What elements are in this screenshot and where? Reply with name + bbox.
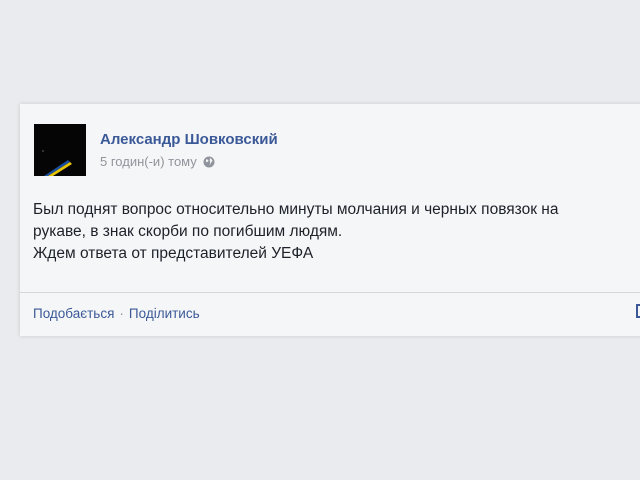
share-link[interactable]: Поділитись (129, 306, 200, 321)
avatar-image (34, 124, 86, 176)
author-avatar[interactable] (34, 124, 86, 176)
author-name[interactable]: Александр Шовковский (100, 131, 278, 148)
post-card: Александр Шовковский 5 годин(-и) тому Бы… (20, 104, 640, 336)
post-actions: Подобається · Поділитись (33, 306, 200, 321)
post-message-line: рукаве, в знак скорби по погибшим людям. (33, 223, 343, 240)
comment-box-icon[interactable] (636, 304, 640, 318)
post-message: Был поднят вопрос относительно минуты мо… (33, 199, 633, 265)
actions-divider (20, 292, 640, 293)
post-meta: 5 годин(-и) тому (100, 154, 215, 169)
globe-icon[interactable] (203, 156, 215, 168)
post-message-line: Ждем ответа от представителей УЕФА (33, 245, 314, 262)
post-timestamp[interactable]: 5 годин(-и) тому (100, 154, 197, 169)
like-link[interactable]: Подобається (33, 306, 114, 321)
post-message-line: Был поднят вопрос относительно минуты мо… (33, 201, 559, 218)
action-separator: · (119, 306, 124, 321)
